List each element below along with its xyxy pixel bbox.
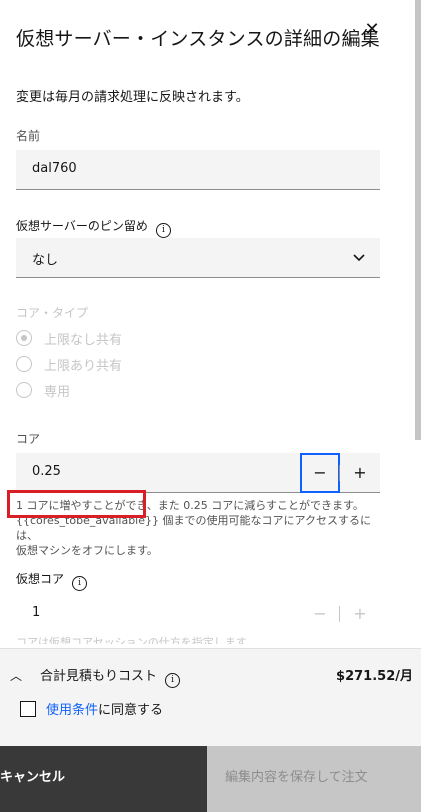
vcores-value: 1 <box>32 605 41 620</box>
cores-value: 0.25 <box>32 464 61 479</box>
cores-stepper[interactable]: 0.25 − + <box>16 453 380 493</box>
pin-label: 仮想サーバーのピン留め i <box>16 217 171 238</box>
radio-uncapped-shared[interactable]: 上限なし共有 <box>16 328 122 348</box>
chevron-down-icon <box>353 254 365 262</box>
summary-label: 合計見積もりコスト <box>40 669 158 684</box>
terms-link[interactable]: 使用条件 <box>46 699 98 718</box>
footer-actions: キャンセル 編集内容を保存して注文 <box>0 746 421 812</box>
pin-label-text: 仮想サーバーのピン留め <box>16 219 148 233</box>
summary-price: $271.52/月 <box>336 669 413 684</box>
radio-label: 専用 <box>44 384 71 400</box>
name-label: 名前 <box>16 129 41 143</box>
terms-agreement[interactable]: 使用条件 に同意する <box>20 699 163 718</box>
radio-button[interactable] <box>16 356 32 372</box>
page-title: 仮想サーバー・インスタンスの詳細の編集 <box>16 28 380 50</box>
pin-select-value: なし <box>32 253 59 268</box>
cancel-button[interactable]: キャンセル <box>0 746 207 812</box>
close-icon[interactable]: ✕ <box>362 20 382 40</box>
vcores-clipped-helper: コアは仮想コアセッションの仕方を指定します <box>16 636 247 644</box>
radio-label: 上限なし共有 <box>44 332 123 348</box>
radio-capped-shared[interactable]: 上限あり共有 <box>16 354 122 374</box>
radio-button[interactable] <box>16 330 32 346</box>
vcores-stepper[interactable]: 1 − + <box>16 594 380 634</box>
radio-label: 上限あり共有 <box>44 358 123 374</box>
info-icon[interactable]: i <box>155 223 171 238</box>
core-type-label: コア・タイプ <box>16 306 89 320</box>
scrollbar-thumb[interactable] <box>415 0 421 440</box>
radio-button[interactable] <box>16 382 32 398</box>
radio-dedicated[interactable]: 専用 <box>16 380 70 400</box>
pin-select[interactable]: なし <box>16 238 380 278</box>
helper-line: 仮想マシンをオフにします。 <box>16 544 158 557</box>
info-icon[interactable]: i <box>165 673 181 688</box>
annotation-highlight-box <box>7 490 146 518</box>
billing-notice: 変更は毎月の請求処理に反映されます。 <box>16 90 249 105</box>
increment-button[interactable]: + <box>340 453 380 493</box>
name-field[interactable]: dal760 <box>16 150 380 190</box>
increment-button[interactable]: + <box>340 594 380 634</box>
summary-label-row: 合計見積もりコスト i <box>40 665 181 688</box>
vcores-label-text: 仮想コア <box>16 572 65 586</box>
cost-summary: ︿ 合計見積もりコスト i $271.52/月 使用条件 に同意する <box>0 648 421 747</box>
chevron-up-icon[interactable]: ︿ <box>10 667 22 684</box>
cores-label: コア <box>16 432 41 446</box>
decrement-button[interactable]: − <box>300 594 340 634</box>
save-and-order-button[interactable]: 編集内容を保存して注文 <box>207 746 421 812</box>
vcores-label: 仮想コア i <box>16 570 88 591</box>
info-icon[interactable]: i <box>72 576 88 591</box>
terms-suffix: に同意する <box>98 703 164 718</box>
decrement-button[interactable]: − <box>300 453 340 493</box>
terms-checkbox[interactable] <box>20 700 36 717</box>
name-value: dal760 <box>32 161 77 176</box>
scrollbar[interactable] <box>415 0 421 440</box>
edit-instance-panel: 仮想サーバー・インスタンスの詳細の編集 ✕ 変更は毎月の請求処理に反映されます。… <box>0 0 421 812</box>
